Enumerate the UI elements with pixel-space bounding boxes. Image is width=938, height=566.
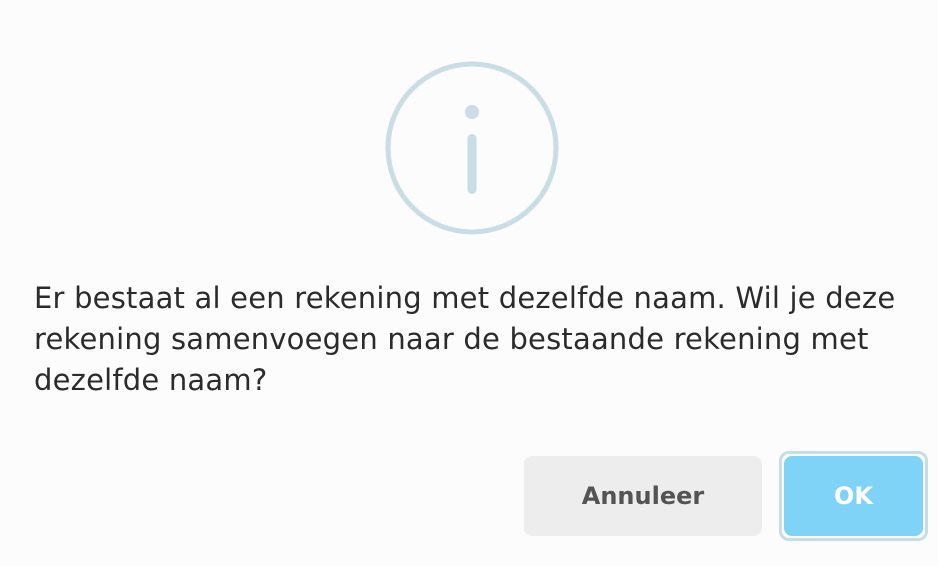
dialog-message: Er bestaat al een rekening met dezelfde … [34, 281, 896, 397]
confirmation-dialog: Er bestaat al een rekening met dezelfde … [0, 0, 938, 566]
cancel-button[interactable]: Annuleer [524, 456, 762, 536]
info-circle-icon [385, 61, 559, 235]
ok-button[interactable]: OK [784, 456, 923, 536]
